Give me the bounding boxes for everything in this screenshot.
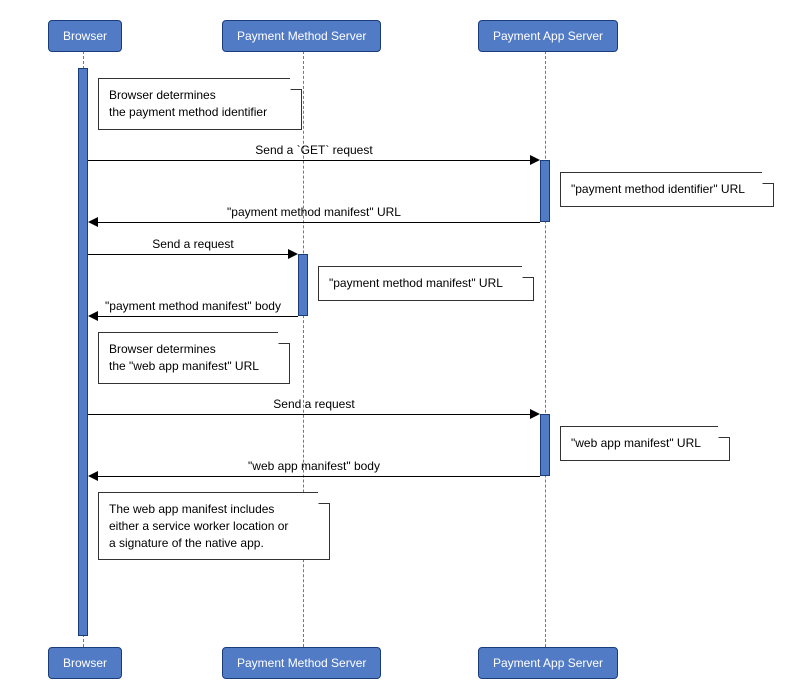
note-pmi-url: "payment method identifier" URL	[560, 172, 774, 207]
msg-send-req-pms: Send a request	[88, 237, 298, 251]
participant-label: Payment Method Server	[237, 29, 366, 43]
note-wam-url: "web app manifest" URL	[560, 426, 730, 461]
msg-pmm-body: "payment method manifest" body	[88, 299, 298, 313]
msg-wam-body: "web app manifest" body	[88, 459, 540, 473]
note-line: a signature of the native app.	[109, 536, 264, 550]
note-line: "payment method manifest" URL	[329, 276, 503, 290]
arrow-m2	[98, 222, 540, 223]
activation-pas-1	[540, 160, 550, 222]
activation-browser	[78, 68, 88, 636]
note-pmm-url: "payment method manifest" URL	[318, 266, 534, 301]
msg-send-req-pas: Send a request	[88, 397, 540, 411]
note-determine-pmi: Browser determines the payment method id…	[98, 78, 302, 130]
participant-browser-top: Browser	[48, 20, 122, 52]
participant-pas-top: Payment App Server	[478, 20, 618, 52]
arrow-head-m5	[530, 409, 540, 419]
note-line: the "web app manifest" URL	[109, 359, 259, 373]
participant-label: Browser	[63, 29, 107, 43]
participant-browser-bottom: Browser	[48, 647, 122, 679]
note-line: "web app manifest" URL	[571, 436, 701, 450]
arrow-m6	[98, 476, 540, 477]
note-line: Browser determines	[109, 342, 216, 356]
msg-pmm-url-return: "payment method manifest" URL	[88, 205, 540, 219]
arrow-head-m4	[88, 311, 98, 321]
note-line: The web app manifest includes	[109, 502, 274, 516]
participant-pms-top: Payment Method Server	[222, 20, 381, 52]
arrow-head-m2	[88, 217, 98, 227]
arrow-head-m6	[88, 471, 98, 481]
arrow-head-m3	[288, 249, 298, 259]
note-determine-wam: Browser determines the "web app manifest…	[98, 332, 290, 384]
note-line: Browser determines	[109, 88, 216, 102]
arrow-head-m1	[530, 155, 540, 165]
msg-send-get: Send a `GET` request	[88, 143, 540, 157]
participant-label: Browser	[63, 656, 107, 670]
arrow-m5	[88, 414, 533, 415]
activation-pas-2	[540, 414, 550, 476]
lifeline-pas	[545, 51, 546, 647]
participant-pms-bottom: Payment Method Server	[222, 647, 381, 679]
note-wam-includes: The web app manifest includes either a s…	[98, 492, 330, 560]
arrow-m1	[88, 160, 533, 161]
participant-pas-bottom: Payment App Server	[478, 647, 618, 679]
participant-label: Payment Method Server	[237, 656, 366, 670]
activation-pms	[298, 254, 308, 316]
arrow-m4	[98, 316, 298, 317]
note-line: the payment method identifier	[109, 105, 267, 119]
participant-label: Payment App Server	[493, 656, 603, 670]
participant-label: Payment App Server	[493, 29, 603, 43]
note-line: either a service worker location or	[109, 519, 288, 533]
note-line: "payment method identifier" URL	[571, 182, 745, 196]
arrow-m3	[88, 254, 291, 255]
